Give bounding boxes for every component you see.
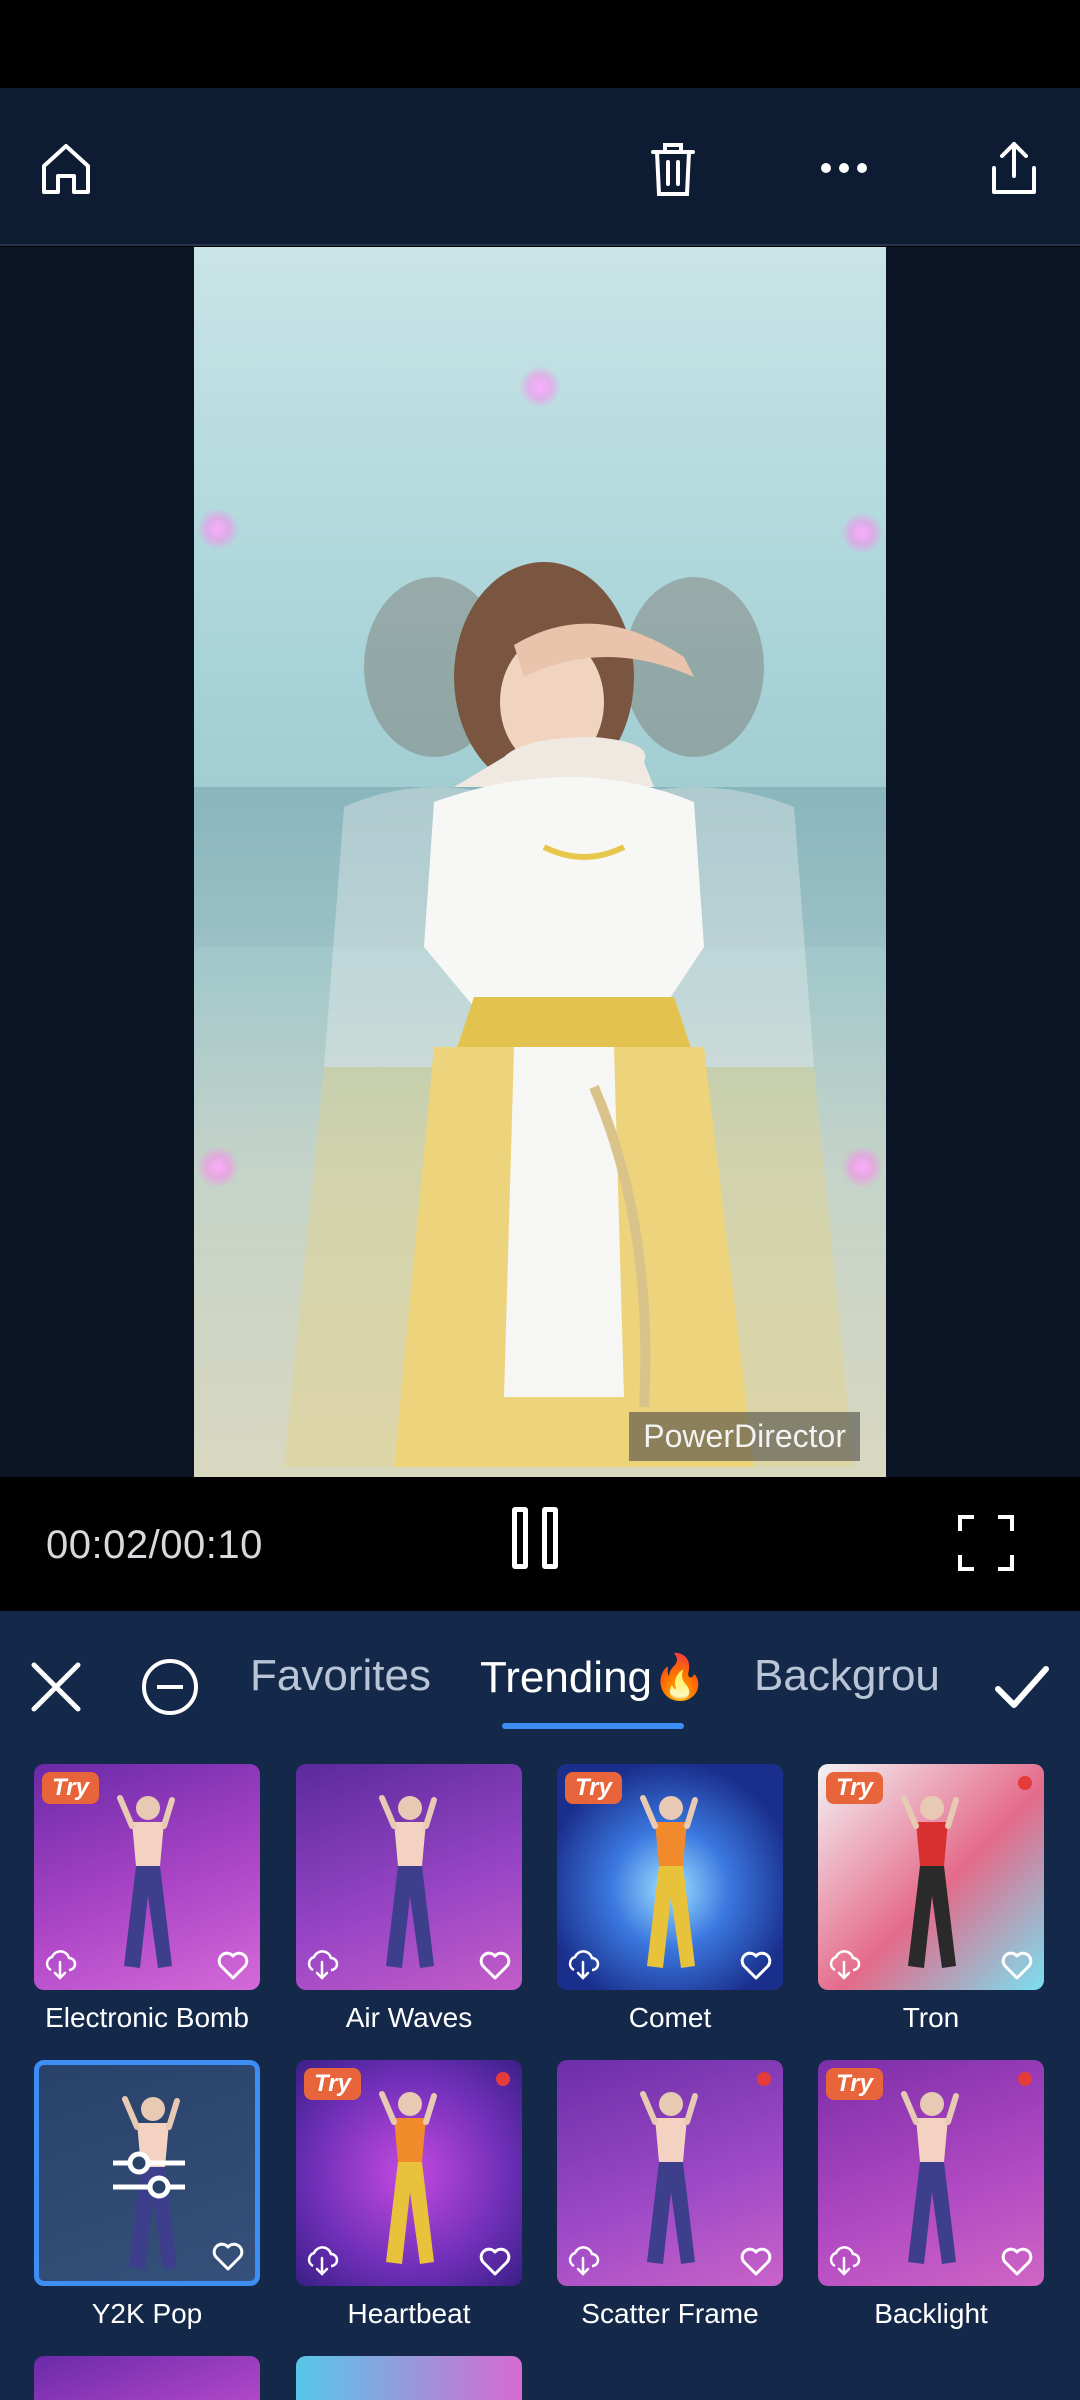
effect-label: Heartbeat: [347, 2298, 471, 2329]
dancer-thumbnail: [640, 1795, 698, 1968]
watermark-label: PowerDirector: [629, 1412, 860, 1461]
effect-thumbnail[interactable]: Try: [557, 1764, 783, 1990]
cloud-download-icon[interactable]: [826, 1946, 862, 1982]
close-button[interactable]: [26, 1657, 86, 1717]
try-badge: Try: [826, 2068, 883, 2100]
effects-panel: Favorites Trending🔥 Backgrou Try Electron…: [0, 1611, 1080, 2400]
effect-thumbnail[interactable]: Try: [818, 1764, 1044, 1990]
favorite-heart-icon[interactable]: [739, 1948, 773, 1982]
effect-tile[interactable]: Try Backlight: [818, 2060, 1044, 2329]
home-button[interactable]: [26, 128, 106, 208]
active-tab-indicator: [502, 1723, 684, 1729]
effect-label: Backlight: [874, 2298, 988, 2329]
effect-thumbnail[interactable]: Try: [34, 1764, 260, 1990]
effect-thumbnail[interactable]: Try: [296, 2060, 522, 2286]
remove-effect-button[interactable]: [140, 1657, 200, 1717]
dancer-thumbnail: [379, 1795, 437, 1968]
effect-tile[interactable]: [296, 2356, 522, 2400]
sparkle-effect: [520, 367, 560, 407]
try-badge: Try: [565, 1772, 622, 1804]
cloud-download-icon[interactable]: [304, 2242, 340, 2278]
tab-favorites[interactable]: Favorites: [250, 1651, 431, 1701]
share-icon: [992, 142, 1036, 194]
new-indicator-dot: [1018, 1776, 1032, 1790]
fullscreen-button[interactable]: [956, 1513, 1016, 1573]
playback-time: 00:02/00:10: [46, 1523, 263, 1567]
try-badge: Try: [826, 1772, 883, 1804]
fullscreen-icon: [958, 1515, 1014, 1571]
delete-button[interactable]: [633, 128, 713, 208]
check-icon: [995, 1666, 1049, 1708]
dancer-figure: [394, 562, 754, 1467]
status-bar: [0, 0, 1080, 88]
favorite-heart-icon[interactable]: [211, 2239, 245, 2273]
tab-trending[interactable]: Trending🔥: [480, 1651, 707, 1703]
favorite-heart-icon[interactable]: [1000, 2244, 1034, 2278]
minus-circle-icon: [142, 1659, 198, 1715]
effect-label: Tron: [902, 2002, 960, 2033]
top-toolbar: [0, 88, 1080, 246]
effect-label: Scatter Frame: [581, 2298, 759, 2329]
pause-icon: [542, 1507, 558, 1569]
effect-tile[interactable]: Try Electronic Bomb: [34, 1764, 260, 2033]
cloud-download-icon[interactable]: [565, 1946, 601, 1982]
sparkle-effect: [198, 1147, 238, 1187]
effect-thumbnail[interactable]: [557, 2060, 783, 2286]
favorite-heart-icon[interactable]: [739, 2244, 773, 2278]
effect-label: Comet: [628, 2002, 712, 2033]
tab-background[interactable]: Backgrou: [754, 1651, 940, 1701]
dancer-thumbnail: [901, 2091, 959, 2264]
try-badge: Try: [42, 1772, 99, 1804]
favorite-heart-icon[interactable]: [1000, 1948, 1034, 1982]
close-icon: [31, 1662, 81, 1712]
dancer-thumbnail: [117, 1795, 175, 1968]
effect-label: Y2K Pop: [91, 2298, 203, 2329]
effect-thumbnail[interactable]: Try: [818, 2060, 1044, 2286]
sparkle-effect: [198, 509, 238, 549]
effect-tile[interactable]: Scatter Frame: [557, 2060, 783, 2329]
confirm-button[interactable]: [992, 1657, 1052, 1717]
playback-bar: 00:02/00:10: [0, 1477, 1080, 1611]
favorite-heart-icon[interactable]: [478, 1948, 512, 1982]
effect-tile[interactable]: Air Waves: [296, 1764, 522, 2033]
effect-tile[interactable]: Y2K Pop: [34, 2060, 260, 2329]
new-indicator-dot: [1018, 2072, 1032, 2086]
cloud-download-icon[interactable]: [42, 1946, 78, 1982]
effect-label: Electronic Bomb: [45, 2002, 249, 2033]
cloud-download-icon[interactable]: [565, 2242, 601, 2278]
favorite-heart-icon[interactable]: [216, 1948, 250, 1982]
effect-tile[interactable]: Try Tron: [818, 1764, 1044, 2033]
dancer-thumbnail: [901, 1795, 959, 1968]
try-badge: Try: [304, 2068, 361, 2100]
video-preview[interactable]: PowerDirector: [0, 247, 1080, 1477]
effect-tile[interactable]: Try Heartbeat: [296, 2060, 522, 2329]
new-indicator-dot: [496, 2072, 510, 2086]
effect-thumbnail[interactable]: [296, 1764, 522, 1990]
effect-label: Air Waves: [345, 2002, 473, 2033]
effect-thumbnail[interactable]: [34, 2060, 260, 2286]
effect-tabs: Favorites Trending🔥 Backgrou: [0, 1611, 1080, 1735]
trash-icon: [651, 143, 695, 196]
dancer-thumbnail: [640, 2091, 698, 2264]
more-icon: [821, 163, 867, 173]
share-button[interactable]: [974, 128, 1054, 208]
adjust-sliders-icon[interactable]: [109, 2145, 189, 2205]
more-button[interactable]: [804, 128, 884, 208]
pause-button[interactable]: [512, 1507, 568, 1577]
effect-tile[interactable]: Try Comet: [557, 1764, 783, 2033]
dancer-thumbnail: [379, 2091, 437, 2264]
pause-icon: [512, 1507, 528, 1569]
new-indicator-dot: [757, 2072, 771, 2086]
cloud-download-icon[interactable]: [826, 2242, 862, 2278]
cloud-download-icon[interactable]: [304, 1946, 340, 1982]
home-icon: [42, 144, 90, 194]
effect-tile[interactable]: [34, 2356, 260, 2400]
favorite-heart-icon[interactable]: [478, 2244, 512, 2278]
video-frame: PowerDirector: [194, 247, 886, 1477]
